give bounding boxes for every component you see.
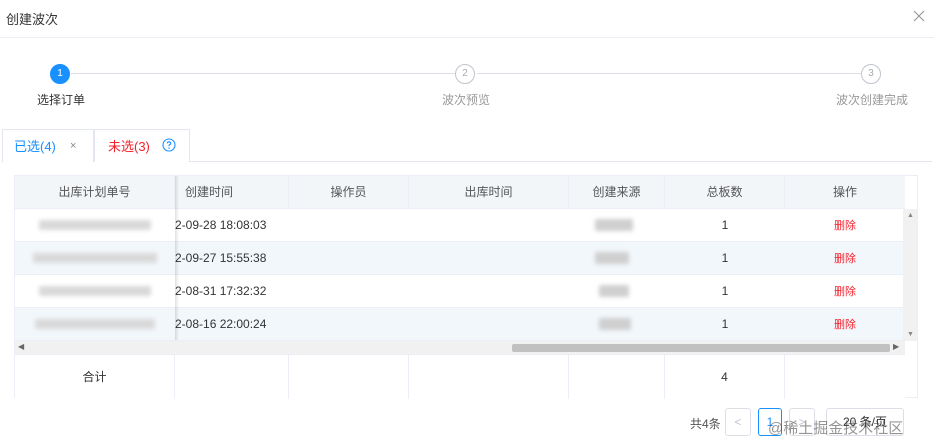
redacted-order-number — [39, 286, 151, 296]
tab-unselected-label: 未选(3) — [108, 139, 150, 154]
delete-link[interactable]: 删除 — [834, 319, 856, 331]
delete-link[interactable]: 删除 — [834, 286, 856, 298]
prev-page-button[interactable]: < — [725, 408, 751, 436]
column-header: 总板数 — [665, 176, 785, 209]
horizontal-scrollbar[interactable]: ◀ ▶ — [15, 340, 905, 354]
summary-label: 合计 — [15, 355, 175, 399]
step-1-label: 选择订单 — [37, 93, 86, 107]
delete-button[interactable]: 删除 — [785, 242, 905, 274]
scroll-right-icon[interactable]: ▶ — [893, 342, 899, 351]
cell-total-boards: 1 — [721, 317, 729, 331]
summary-cell — [289, 355, 409, 399]
step-2-number: 2 — [455, 64, 475, 84]
scroll-left-icon[interactable]: ◀ — [18, 342, 24, 351]
column-header: 创建来源 — [569, 176, 665, 209]
cell-operator — [289, 209, 409, 241]
column-header: 操作 — [832, 185, 857, 199]
step-3-label: 波次创建完成 — [836, 93, 909, 107]
redacted-source — [595, 252, 629, 264]
step-3-number: 3 — [861, 64, 881, 84]
fixed-column-shadow — [175, 176, 179, 345]
cell-created-time: 2-08-16 22:00:24 — [175, 317, 267, 331]
total-count: 共4条 — [690, 417, 721, 431]
summary-cell — [569, 355, 665, 399]
vertical-scrollbar[interactable]: ▲ ▼ — [903, 209, 917, 341]
cell-outbound-time — [409, 275, 569, 307]
step-2-label: 波次预览 — [442, 93, 491, 107]
table-header: 出库计划单号 创建时间 操作员 出库时间 创建来源 总板数 操作 — [15, 176, 905, 209]
redacted-order-number — [35, 319, 155, 329]
redacted-source — [599, 285, 629, 297]
cell-operator — [289, 242, 409, 274]
tab-selected-orders[interactable]: 已选(4) × — [2, 129, 94, 163]
redacted-source — [595, 219, 633, 231]
table-row: 2-09-28 18:08:03 1 删除 — [15, 209, 905, 242]
delete-button[interactable]: 删除 — [785, 308, 905, 340]
summary-cell — [409, 355, 569, 399]
tab-selected-label: 已选(4) — [14, 139, 56, 154]
cell-outbound-time — [409, 242, 569, 274]
scrollbar-thumb[interactable] — [512, 344, 890, 352]
summary-cell — [175, 355, 289, 399]
delete-button[interactable]: 删除 — [785, 275, 905, 307]
help-icon[interactable] — [162, 138, 176, 152]
orders-table: 出库计划单号 创建时间 操作员 出库时间 创建来源 总板数 操作 2-09-28… — [14, 175, 918, 399]
cell-outbound-time — [409, 209, 569, 241]
close-icon[interactable] — [912, 9, 926, 23]
tab-close-icon[interactable]: × — [70, 130, 76, 163]
table-row: 2-08-16 22:00:24 1 删除 — [15, 308, 905, 341]
step-connector — [71, 73, 455, 74]
cell-outbound-time — [409, 308, 569, 340]
cell-total-boards: 1 — [721, 284, 729, 298]
delete-link[interactable]: 删除 — [834, 220, 856, 232]
dialog-header: 创建波次 — [0, 0, 934, 38]
cell-operator — [289, 308, 409, 340]
cell-created-time: 2-09-28 18:08:03 — [175, 218, 267, 232]
delete-link[interactable]: 删除 — [834, 253, 856, 265]
redacted-source — [599, 318, 631, 330]
redacted-order-number — [33, 253, 157, 263]
column-header: 出库时间 — [409, 176, 569, 209]
cell-total-boards: 1 — [721, 251, 729, 265]
step-1-number: 1 — [50, 64, 70, 84]
summary-row: 合计 4 — [15, 354, 905, 399]
column-header: 操作员 — [289, 176, 409, 209]
column-header: 创建时间 — [175, 176, 289, 209]
dialog-title: 创建波次 — [6, 12, 59, 27]
delete-button[interactable]: 删除 — [785, 209, 905, 241]
cell-total-boards: 1 — [721, 218, 729, 232]
scroll-down-icon[interactable]: ▼ — [907, 331, 914, 338]
summary-total-boards: 4 — [665, 355, 785, 399]
watermark: @稀土掘金技术社区 — [768, 420, 904, 437]
table-row: 2-09-27 15:55:38 1 删除 — [15, 242, 905, 275]
steps-progress: 1 选择订单 2 波次预览 3 波次创建完成 — [0, 60, 934, 110]
table-row: 2-08-31 17:32:32 1 删除 — [15, 275, 905, 308]
summary-cell — [785, 355, 905, 399]
scroll-up-icon[interactable]: ▲ — [907, 212, 914, 219]
cell-created-time: 2-08-31 17:32:32 — [175, 284, 267, 298]
cell-operator — [289, 275, 409, 307]
step-connector — [477, 73, 861, 74]
column-header: 出库计划单号 — [15, 176, 175, 209]
redacted-order-number — [39, 220, 151, 230]
tab-bar: 已选(4) × 未选(3) — [2, 129, 932, 163]
cell-created-time: 2-09-27 15:55:38 — [175, 251, 267, 265]
